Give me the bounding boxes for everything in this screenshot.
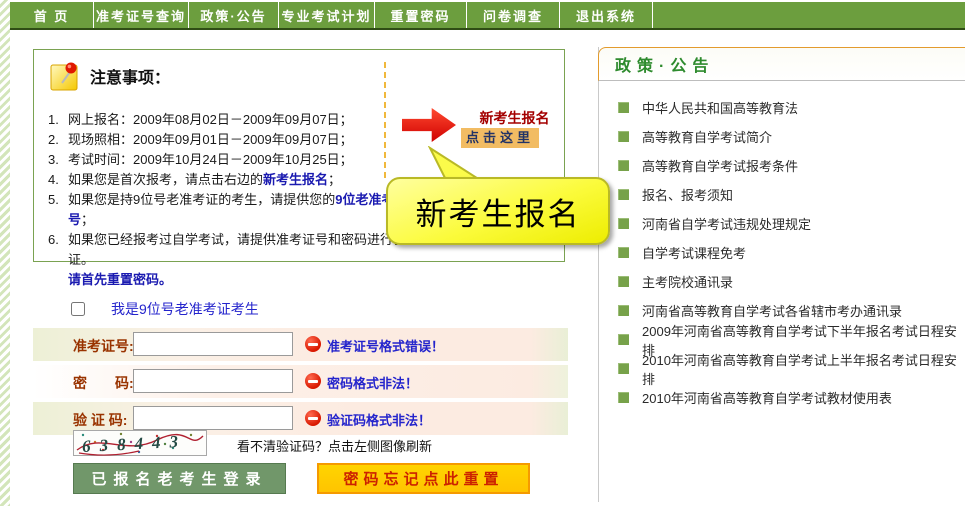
forgot-password-reset-button[interactable]: 密码忘记点此重置	[317, 463, 530, 494]
nav-logout[interactable]: 退出系统	[560, 2, 653, 28]
error-icon	[305, 410, 321, 426]
new-student-signup-link[interactable]: 新考生报名	[462, 108, 567, 128]
nav-policy-notice[interactable]: 政策·公告	[189, 2, 279, 28]
nav-ticket-query[interactable]: 准考证号查询	[94, 2, 189, 28]
old-ticket-checkbox-row: 我是9位号老准考证考生	[71, 299, 259, 319]
sidebar-item-course-exemption[interactable]: 自学考试课程免考	[599, 238, 965, 267]
top-nav: 首 页 准考证号查询 政策·公告 专业考试计划 重置密码 问卷调查 退出系统	[10, 2, 965, 30]
nav-reset-password[interactable]: 重置密码	[375, 2, 467, 28]
notice-item-1: 1. 网上报名：2009年08月02日－2009年09月07日；	[48, 110, 414, 130]
error-icon	[305, 373, 321, 389]
page: 首 页 准考证号查询 政策·公告 专业考试计划 重置密码 问卷调查 退出系统 注…	[0, 0, 965, 506]
dashed-divider	[384, 62, 386, 178]
ticket-number-input[interactable]	[133, 332, 293, 356]
captcha-refresh-hint[interactable]: 看不清验证码？点击左侧图像刷新	[237, 436, 432, 455]
ticket-number-row: 准考证号: 准考证号格式错误！	[33, 328, 568, 361]
notice-item-5: 5. 如果您是持9位号老准考证的考生，请提供您的9位老准考证号；	[48, 190, 414, 230]
notice-item-6: 6. 如果您已经报考过自学考试，请提供准考证号和密码进行验证。	[48, 230, 414, 270]
ticket-number-label: 准考证号:	[73, 336, 134, 356]
pushpin-note-icon	[50, 61, 80, 91]
error-icon	[305, 336, 321, 352]
square-bullet-icon	[618, 363, 629, 374]
notice-list: 1. 网上报名：2009年08月02日－2009年09月07日； 2. 现场照相…	[48, 110, 414, 290]
sidebar-item-college-directory[interactable]: 主考院校通讯录	[599, 267, 965, 296]
callout-text: 新考生报名	[416, 189, 581, 234]
notice-item-2: 2. 现场照相：2009年09月01日－2009年09月07日；	[48, 130, 414, 150]
notice-title: 注意事项：	[90, 64, 170, 88]
captcha-error: 验证码格式非法！	[327, 410, 431, 429]
new-student-callout[interactable]: 新考生报名	[386, 177, 610, 245]
square-bullet-icon	[618, 131, 629, 142]
sidebar-item-registration-notes[interactable]: 报名、报考须知	[599, 180, 965, 209]
square-bullet-icon	[618, 218, 629, 229]
callout-tail	[418, 146, 488, 180]
square-bullet-icon	[618, 305, 629, 316]
sidebar-item-exam-requirements[interactable]: 高等教育自学考试报考条件	[599, 151, 965, 180]
sidebar-item-2010-schedule[interactable]: 2010年河南省高等教育自学考试上半年报名考试日程安排	[599, 354, 965, 383]
captcha-input[interactable]	[133, 406, 293, 430]
password-input[interactable]	[133, 369, 293, 393]
sidebar-item-violation-rules[interactable]: 河南省自学考试违规处理规定	[599, 209, 965, 238]
registered-student-login-button[interactable]: 已报名老考生登录	[73, 463, 286, 494]
policy-sidebar: 政策·公告 中华人民共和国高等教育法 高等教育自学考试简介 高等教育自学考试报考…	[598, 47, 965, 502]
old-ticket-checkbox-label: 我是9位号老准考证考生	[111, 299, 259, 319]
square-bullet-icon	[618, 189, 629, 200]
nav-survey[interactable]: 问卷调查	[467, 2, 560, 28]
password-error: 密码格式非法！	[327, 373, 418, 392]
square-bullet-icon	[618, 247, 629, 258]
notice-item-6-line2: 请首先重置密码。	[68, 270, 414, 290]
nav-home[interactable]: 首 页	[10, 2, 94, 28]
sidebar-item-exam-intro[interactable]: 高等教育自学考试简介	[599, 122, 965, 151]
square-bullet-icon	[618, 102, 629, 113]
notice-item-4: 4. 如果您是首次报考，请点击右边的新考生报名；	[48, 170, 414, 190]
square-bullet-icon	[618, 160, 629, 171]
password-label: 密 码:	[73, 373, 134, 393]
left-stripe-decoration	[0, 0, 10, 506]
nav-exam-plan[interactable]: 专业考试计划	[279, 2, 375, 28]
square-bullet-icon	[618, 276, 629, 287]
notice-item-3: 3. 考试时间：2009年10月24日－2009年10月25日；	[48, 150, 414, 170]
square-bullet-icon	[618, 334, 629, 345]
sidebar-item-education-law[interactable]: 中华人民共和国高等教育法	[599, 93, 965, 122]
captcha-image[interactable]: 638443	[73, 430, 207, 456]
sidebar-list: 中华人民共和国高等教育法 高等教育自学考试简介 高等教育自学考试报考条件 报名、…	[599, 93, 965, 412]
square-bullet-icon	[618, 392, 629, 403]
click-here-button[interactable]: 点击这里	[461, 128, 539, 148]
password-row: 密 码: 密码格式非法！	[33, 365, 568, 398]
captcha-label: 验 证 码:	[73, 410, 127, 430]
sidebar-header: 政策·公告	[598, 47, 965, 81]
ticket-number-error: 准考证号格式错误！	[327, 336, 444, 355]
sidebar-title: 政策·公告	[615, 52, 714, 76]
old-ticket-checkbox[interactable]	[71, 302, 85, 316]
